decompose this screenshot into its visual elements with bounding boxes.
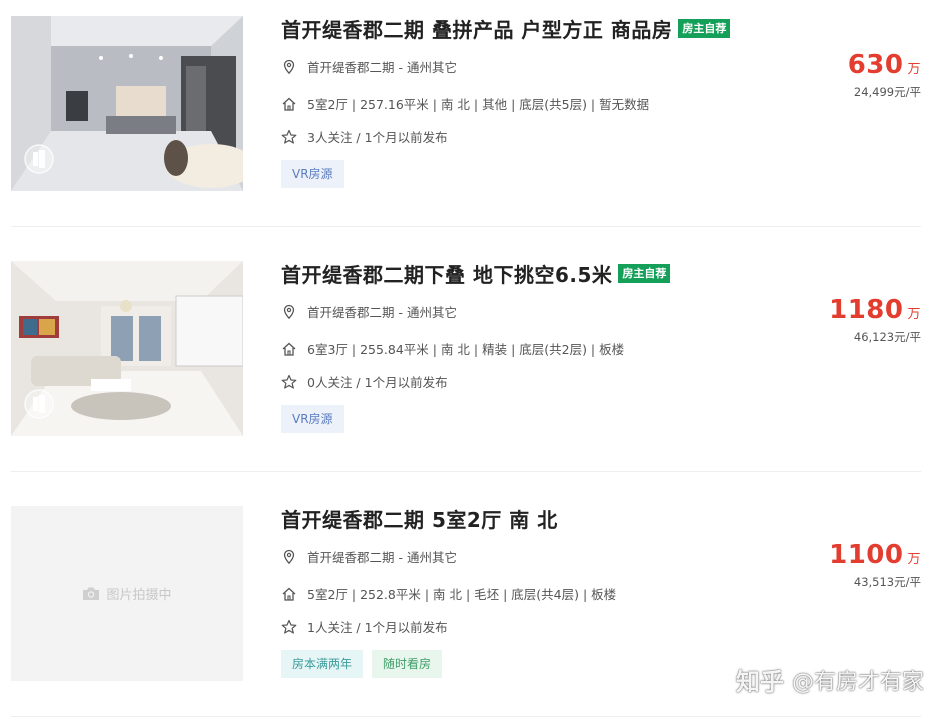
divider: [11, 471, 921, 472]
community-row: 首开缇香郡二期 - 通州其它: [281, 302, 457, 321]
star-icon: [281, 619, 297, 635]
zhihu-watermark: 知乎 @有房才有家: [736, 662, 924, 697]
location-pin-icon: [281, 59, 297, 75]
total-price: 630 万: [847, 50, 921, 80]
followers-text: 0人关注 / 1个月以前发布: [307, 375, 448, 390]
listing-photo[interactable]: [11, 16, 243, 191]
unit-price: 24,499元/平: [853, 85, 921, 99]
vr-panorama-icon: [24, 389, 54, 419]
house-icon: [281, 586, 297, 602]
community-name[interactable]: 首开缇香郡二期 - 通州其它: [307, 302, 457, 321]
listing-title[interactable]: 首开缇香郡二期 叠拼产品 户型方正 商品房: [281, 14, 672, 43]
total-price: 1100 万: [829, 540, 921, 570]
tag-list: VR房源: [281, 405, 344, 433]
tag-view-anytime: 随时看房: [372, 650, 443, 678]
details-row: 6室3厅 | 255.84平米 | 南 北 | 精装 | 底层(共2层) | 板…: [281, 339, 624, 358]
listing-title[interactable]: 首开缇香郡二期 5室2厅 南 北: [281, 504, 558, 533]
tag-list: VR房源: [281, 160, 344, 188]
details-row: 5室2厅 | 257.16平米 | 南 北 | 其他 | 底层(共5层) | 暂…: [281, 94, 649, 113]
price-block: 1180 万 46,123元/平: [829, 295, 921, 345]
total-price: 1180 万: [829, 295, 921, 325]
community-name[interactable]: 首开缇香郡二期 - 通州其它: [307, 547, 457, 566]
price-block: 1100 万 43,513元/平: [829, 540, 921, 590]
divider: [11, 716, 921, 717]
followers-text: 1人关注 / 1个月以前发布: [307, 620, 448, 635]
unit-price: 46,123元/平: [853, 330, 921, 344]
details-row: 5室2厅 | 252.8平米 | 南 北 | 毛坯 | 底层(共4层) | 板楼: [281, 584, 616, 603]
listing-info: 首开缇香郡二期 5室2厅 南 北 首开缇香郡二期 - 通州其它 5室2厅 | 2…: [281, 504, 741, 678]
listing-card[interactable]: 图片拍摄中 首开缇香郡二期 5室2厅 南 北 首开缇香郡二期 - 通州其它 5室…: [11, 506, 921, 681]
community-row: 首开缇香郡二期 - 通州其它: [281, 57, 457, 76]
followers-row: 1人关注 / 1个月以前发布: [281, 617, 448, 636]
followers-row: 3人关注 / 1个月以前发布: [281, 127, 448, 146]
star-icon: [281, 129, 297, 145]
price-block: 630 万 24,499元/平: [848, 50, 921, 100]
house-details: 5室2厅 | 257.16平米 | 南 北 | 其他 | 底层(共5层) | 暂…: [307, 97, 650, 112]
unit-price: 43,513元/平: [853, 575, 921, 589]
owner-recommended-badge: 房主自荐: [678, 18, 731, 38]
house-icon: [281, 96, 297, 112]
divider: [11, 226, 921, 227]
star-icon: [281, 374, 297, 390]
placeholder-text: 图片拍摄中: [106, 588, 172, 603]
owner-recommended-badge: 房主自荐: [618, 263, 671, 283]
listing-info: 首开缇香郡二期 叠拼产品 户型方正 商品房 房主自荐 首开缇香郡二期 - 通州其…: [281, 14, 741, 188]
location-pin-icon: [281, 549, 297, 565]
camera-icon: [82, 586, 100, 601]
tag-certificate-two-years: 房本满两年: [281, 650, 364, 678]
listing-title[interactable]: 首开缇香郡二期下叠 地下挑空6.5米: [281, 259, 612, 288]
community-row: 首开缇香郡二期 - 通州其它: [281, 547, 457, 566]
tag-vr: VR房源: [281, 160, 344, 188]
followers-text: 3人关注 / 1个月以前发布: [307, 130, 448, 145]
tag-vr: VR房源: [281, 405, 344, 433]
listing-photo[interactable]: [11, 261, 243, 436]
house-details: 5室2厅 | 252.8平米 | 南 北 | 毛坯 | 底层(共4层) | 板楼: [307, 587, 617, 602]
watermark-handle: @有房才有家: [791, 669, 924, 695]
house-icon: [281, 341, 297, 357]
community-name[interactable]: 首开缇香郡二期 - 通州其它: [307, 57, 457, 76]
listing-card[interactable]: 首开缇香郡二期下叠 地下挑空6.5米 房主自荐 首开缇香郡二期 - 通州其它 6…: [11, 261, 921, 436]
house-details: 6室3厅 | 255.84平米 | 南 北 | 精装 | 底层(共2层) | 板…: [307, 342, 625, 357]
vr-panorama-icon: [24, 144, 54, 174]
tag-list: 房本满两年 随时看房: [281, 650, 443, 678]
listing-photo-placeholder[interactable]: 图片拍摄中: [11, 506, 243, 681]
location-pin-icon: [281, 304, 297, 320]
listing-info: 首开缇香郡二期下叠 地下挑空6.5米 房主自荐 首开缇香郡二期 - 通州其它 6…: [281, 259, 741, 433]
followers-row: 0人关注 / 1个月以前发布: [281, 372, 448, 391]
watermark-brand: 知乎: [735, 668, 784, 696]
listing-card[interactable]: 首开缇香郡二期 叠拼产品 户型方正 商品房 房主自荐 首开缇香郡二期 - 通州其…: [11, 16, 921, 191]
